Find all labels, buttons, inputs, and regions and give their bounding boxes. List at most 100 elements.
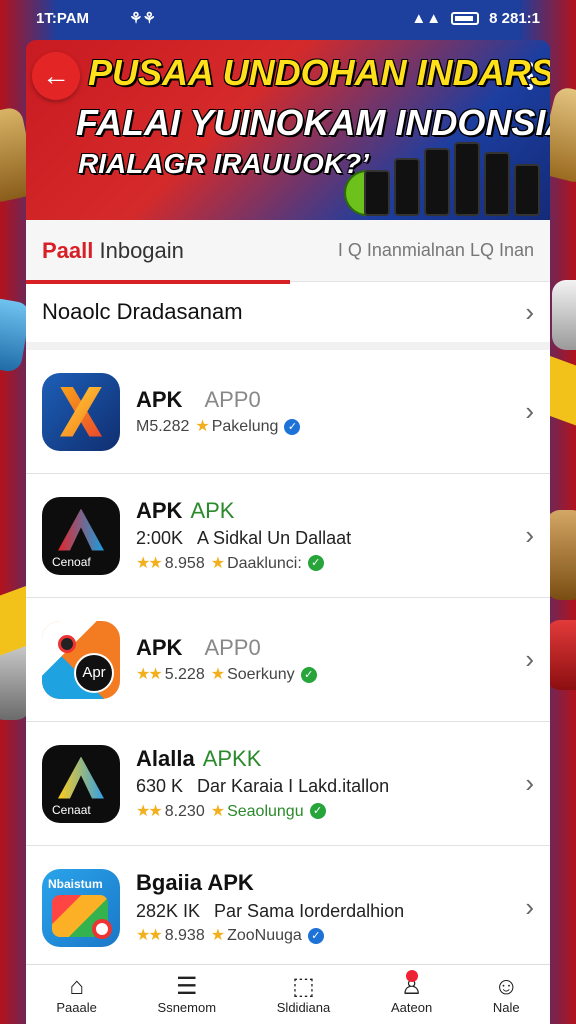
app-camera-icon: Apr [42, 620, 120, 699]
app-list-item[interactable]: Apr APK APP0 ★★ 5.228 ★ Soerkuny ✓ › [26, 598, 550, 722]
app-description: A Sidkal Un Dallaat [197, 528, 352, 549]
app-rating: 8.958 [164, 554, 205, 572]
star-icon: ★ [210, 554, 226, 572]
app-a-icon: Cenoaf [42, 496, 120, 575]
chevron-right-icon: › [525, 892, 534, 922]
star-icon: ★ [195, 418, 210, 436]
star-icon: ★ [210, 802, 226, 820]
decor-shape-right [552, 280, 576, 350]
app-tag: APKK [202, 745, 262, 771]
nav-label: Aateon [390, 1000, 433, 1015]
verified-icon: ✓ [307, 555, 324, 572]
app-developer: ZooNuuga [227, 927, 302, 945]
decor-stripe [546, 354, 576, 426]
star-icon: ★ [210, 666, 226, 684]
app-tag: APP0 [204, 386, 261, 412]
app-rating: 5.228 [164, 666, 205, 684]
signal-icon: ▲▲ [411, 9, 442, 27]
header-banner: ← PUSAA UNDOHAN INDARSIA FALAI YUINOKAM … [26, 40, 550, 220]
app-rating: 8.938 [164, 927, 205, 945]
banner-tagline: RIALAGR IRAUUOK?’ [78, 148, 369, 179]
stars-icon: ★★ [136, 666, 163, 684]
list-icon: ☰ [176, 973, 198, 1000]
chevron-right-icon: › [525, 396, 534, 426]
verified-icon: ✓ [309, 803, 326, 820]
chevron-right-icon: › [525, 768, 534, 798]
tab-active[interactable]: Paall Inbogain [42, 238, 184, 264]
app-list-item[interactable]: APK APP0 M5.282 ★ Pakelung ✓ › [26, 350, 550, 474]
notification-icon: ⚘⚘ [129, 10, 156, 27]
stars-icon: ★★ [136, 802, 163, 820]
app-list-item[interactable]: Cenoaf APK APK 2:00K A Sidkal Un Dallaat ★… [26, 474, 550, 598]
nav-home[interactable]: ⌂ Paaale [56, 973, 97, 1016]
back-button[interactable]: ← [32, 52, 80, 100]
box-icon: ⬚ [292, 973, 315, 1000]
stars-icon: ★★ [136, 927, 163, 945]
chevron-right-icon: › [525, 644, 534, 674]
section-title: Noaolc Dradasanam [42, 299, 243, 324]
status-right-text: 8 281:1 [489, 9, 540, 27]
app-size: 282K IK [136, 900, 201, 921]
nav-list[interactable]: ☰ Ssnemom [157, 973, 217, 1016]
app-list-item[interactable]: Nbaistum Bgaiia APK 282K IK Par Sama Iord… [26, 846, 550, 970]
chevron-right-icon: › [525, 520, 534, 550]
main-content: Paall Inbogain I Q Inanmialnan LQ Inan N… [26, 220, 550, 964]
nav-label: Sldidiana [276, 1000, 331, 1015]
app-a-icon: Cenaat [42, 744, 120, 823]
app-maps-icon: Nbaistum [42, 869, 120, 947]
app-developer: Soerkuny [227, 666, 295, 684]
app-rating: 8.230 [164, 802, 205, 820]
tab-indicator [26, 280, 290, 284]
chevron-right-icon: › [525, 296, 534, 327]
star-icon: ★ [210, 927, 226, 945]
app-developer: Seaolungu [227, 802, 304, 820]
tab-active-label: Inbogain [93, 237, 184, 263]
stars-icon: ★★ [136, 554, 163, 572]
app-icon-badge: Apr [74, 652, 114, 693]
status-time: 1T:PAM [36, 9, 90, 27]
app-description: Dar Karaia I Lakd.itallon [197, 776, 390, 797]
app-icon-label: Nbaistum [48, 877, 103, 891]
app-title: APK [136, 634, 183, 660]
tab-bar: Paall Inbogain I Q Inanmialnan LQ Inan [26, 220, 550, 284]
nav-label: Paaale [56, 1000, 97, 1015]
app-developer: Pakelung [211, 418, 279, 436]
app-rating: M5.282 [136, 418, 190, 436]
app-developer: Daaklunci: [227, 554, 302, 572]
decor-shape-right-low [546, 620, 576, 690]
app-description: Par Sama Iorderdalhion [214, 900, 405, 921]
profile-icon: ☺ [493, 973, 519, 1000]
phones-image [364, 142, 540, 216]
app-title: Alalla [136, 745, 195, 771]
app-list-item[interactable]: Cenaat Alalla APKK 630 K Dar Karaia I Lakd… [26, 722, 550, 846]
decor-shape-right-mid [546, 510, 576, 600]
app-icon-label: Cenaat [52, 802, 91, 817]
verified-icon: ✓ [284, 418, 301, 435]
nav-alerts[interactable]: ♙ Aateon [390, 970, 433, 1015]
status-bar: 1T:PAM ⚘⚘ ▲▲ 8 281:1 [0, 0, 576, 36]
nav-profile[interactable]: ☺ Nale [492, 973, 520, 1016]
app-title: Bgaiia APK [136, 870, 254, 896]
app-tag: APK [190, 497, 235, 523]
tab-active-accent: Paall [42, 237, 94, 263]
banner-subheadline: FALAI YUINOKAM INDONSIA [76, 102, 550, 143]
app-x-icon [42, 372, 120, 451]
nav-label: Ssnemom [157, 1000, 217, 1015]
app-title: APK [136, 497, 183, 523]
nav-label: Nale [492, 1000, 520, 1015]
verified-icon: ✓ [307, 927, 324, 944]
section-header[interactable]: Noaolc Dradasanam › [26, 282, 550, 350]
app-size: 630 K [136, 776, 184, 797]
bottom-nav: ⌂ Paaale ☰ Ssnemom ⬚ Sldidiana ♙ Aateon … [26, 964, 550, 1024]
app-size: 2:00K [136, 528, 184, 549]
app-icon-label: Cenoaf [52, 554, 91, 569]
battery-icon [451, 11, 480, 25]
banner-headline: PUSAA UNDOHAN INDARSIA [88, 52, 550, 93]
home-icon: ⌂ [69, 973, 84, 1000]
arrow-left-icon: ← [42, 60, 70, 91]
nav-box[interactable]: ⬚ Sldidiana [276, 973, 331, 1016]
app-title: APK [136, 386, 183, 412]
tab-secondary[interactable]: I Q Inanmialnan LQ Inan [338, 240, 534, 261]
app-tag: APP0 [204, 634, 261, 660]
verified-icon: ✓ [300, 666, 317, 683]
